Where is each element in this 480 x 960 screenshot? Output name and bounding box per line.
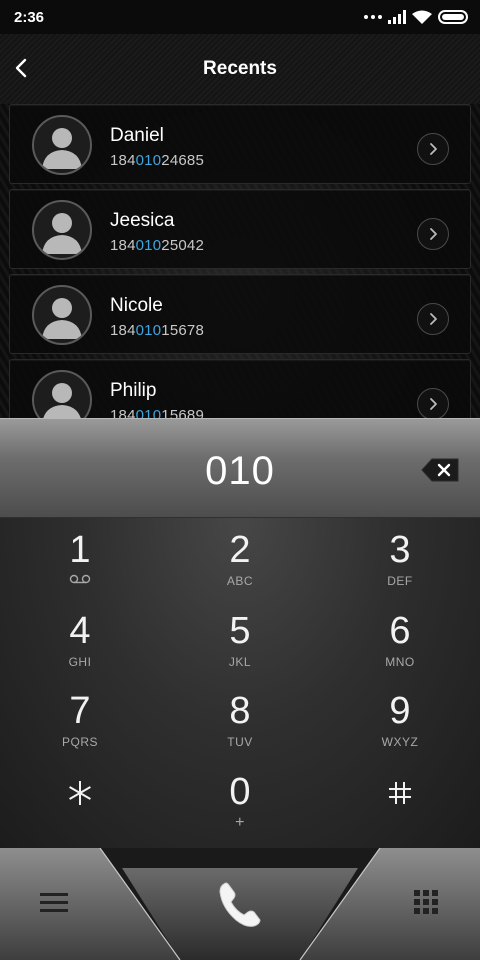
chevron-right-icon	[430, 313, 437, 325]
contact-row-nicole[interactable]: Nicole 18401015678	[9, 274, 471, 354]
key-letters: GHI	[68, 655, 92, 669]
key-letters: TUV	[227, 735, 253, 749]
key-8[interactable]: 8 TUV	[170, 689, 310, 765]
contact-detail-button[interactable]	[417, 388, 449, 418]
contact-detail-button[interactable]	[417, 218, 449, 250]
key-9[interactable]: 9 WXYZ	[330, 689, 470, 765]
key-digit: 8	[229, 690, 251, 732]
avatar	[32, 285, 92, 345]
dial-display: 010	[0, 418, 480, 518]
header: Recents	[0, 34, 480, 104]
key-3[interactable]: 3 DEF	[330, 528, 470, 604]
contact-number: 18401025042	[110, 237, 204, 254]
phone-icon[interactable]	[210, 874, 270, 934]
number-match-highlight: 010	[135, 322, 162, 339]
number-match-highlight: 010	[135, 152, 162, 169]
key-2[interactable]: 2 ABC	[170, 528, 310, 604]
key-5[interactable]: 5 JKL	[170, 609, 310, 685]
person-icon	[42, 298, 82, 339]
chevron-right-icon	[430, 398, 437, 410]
key-1[interactable]: 1	[10, 528, 150, 604]
key-digit: 2	[229, 529, 251, 571]
key-digit: 7	[69, 690, 91, 732]
contact-number: 18401024685	[110, 152, 204, 169]
contact-name: Daniel	[110, 125, 164, 146]
key-star[interactable]: *	[10, 772, 150, 848]
key-digit: 6	[389, 610, 411, 652]
wifi-icon	[412, 10, 432, 24]
key-letters: PQRS	[61, 735, 98, 749]
contact-number: 18401015678	[110, 322, 204, 339]
key-digit: 1	[69, 529, 91, 571]
chevron-left-icon[interactable]	[10, 54, 34, 82]
signal-icon	[388, 10, 406, 24]
asterisk-icon	[69, 781, 91, 805]
key-letters: ABC	[226, 574, 254, 588]
status-bar: 2:36	[0, 0, 480, 34]
contact-name: Nicole	[110, 295, 163, 316]
status-icons	[364, 10, 468, 25]
contact-row-jeesica[interactable]: Jeesica 18401025042	[9, 189, 471, 269]
key-digit: 3	[389, 529, 411, 571]
dialpad: 1 2 ABC 3 DEF 4 GHI 5 JKL 6 MNO 7 PQRS 8…	[0, 518, 480, 848]
page-title: Recents	[203, 58, 277, 79]
contact-name: Philip	[110, 380, 157, 401]
chevron-right-icon	[430, 228, 437, 240]
menu-icon[interactable]	[34, 886, 74, 920]
key-letters: +	[235, 814, 245, 831]
key-0[interactable]: 0 +	[170, 770, 310, 846]
avatar	[32, 370, 92, 418]
backspace-icon[interactable]	[420, 457, 460, 483]
key-letters: JKL	[228, 655, 252, 669]
hash-icon	[389, 782, 411, 804]
key-letters: MNO	[385, 655, 415, 669]
battery-icon	[438, 10, 468, 24]
key-letters: WXYZ	[381, 735, 419, 749]
more-dots-icon	[364, 15, 382, 19]
person-icon	[43, 383, 81, 418]
key-digit: 5	[229, 610, 251, 652]
contact-number: 18401015689	[110, 407, 204, 418]
contact-detail-button[interactable]	[417, 133, 449, 165]
contact-row-daniel[interactable]: Daniel 18401024685	[9, 104, 471, 184]
person-icon	[42, 213, 82, 254]
voicemail-icon	[69, 574, 91, 584]
key-letters: DEF	[387, 574, 413, 588]
key-4[interactable]: 4 GHI	[10, 609, 150, 685]
contact-row-philip[interactable]: Philip 18401015689	[9, 359, 471, 418]
key-6[interactable]: 6 MNO	[330, 609, 470, 685]
key-7[interactable]: 7 PQRS	[10, 689, 150, 765]
recents-list[interactable]: Daniel 18401024685 Jeesica 18401025042 N…	[0, 104, 480, 418]
chevron-right-icon	[430, 143, 437, 155]
key-digit: 0	[229, 771, 251, 813]
key-digit: 4	[69, 610, 91, 652]
person-icon	[42, 128, 82, 169]
status-time: 2:36	[14, 8, 45, 26]
contact-name: Jeesica	[110, 210, 175, 231]
key-hash[interactable]: #	[330, 772, 470, 848]
avatar	[32, 200, 92, 260]
avatar	[32, 115, 92, 175]
dialed-number: 010	[205, 449, 275, 493]
bottom-action-bar	[0, 848, 480, 960]
key-digit: 9	[389, 690, 411, 732]
dialpad-grid-icon[interactable]	[406, 886, 446, 920]
number-match-highlight: 010	[135, 407, 162, 418]
number-match-highlight: 010	[135, 237, 162, 254]
contact-detail-button[interactable]	[417, 303, 449, 335]
